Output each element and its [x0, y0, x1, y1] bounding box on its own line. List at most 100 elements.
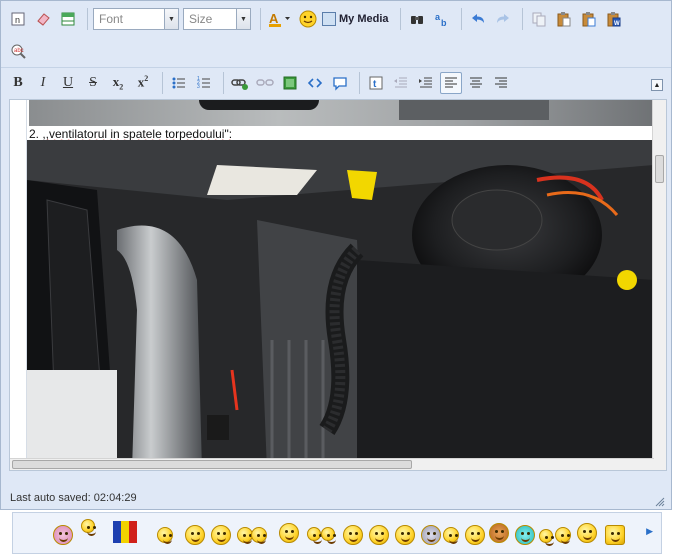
smiley-icon[interactable]	[53, 525, 73, 545]
flag-icon[interactable]	[113, 521, 137, 543]
smiley-icon[interactable]	[395, 525, 415, 545]
spellcheck-button[interactable]: abc	[7, 40, 29, 62]
source-mode-icon: n	[11, 12, 25, 26]
smiley-icon	[299, 10, 317, 28]
horizontal-scrollbar[interactable]	[10, 458, 654, 470]
insert-table-button[interactable]	[57, 8, 79, 30]
italic-button[interactable]: I	[32, 72, 54, 94]
superscript-icon: x2	[137, 74, 149, 90]
my-media-label: My Media	[339, 13, 389, 25]
editor-content[interactable]: 2. ,,ventilatorul in spatele torpedoului…	[9, 99, 667, 471]
rich-text-editor: n Font ▼ Size ▼ A My Media a b W abc B I…	[0, 0, 672, 510]
toolbar-separator	[460, 8, 462, 30]
bullet-list-button[interactable]	[168, 72, 190, 94]
insert-image-button[interactable]	[279, 72, 301, 94]
document-body: 2. ,,ventilatorul in spatele torpedoului…	[26, 100, 656, 470]
svg-text:W: W	[614, 21, 620, 27]
toolbar-separator	[521, 8, 523, 30]
underline-button[interactable]: U	[57, 72, 79, 94]
align-center-button[interactable]	[465, 72, 487, 94]
smiley-icon[interactable]	[185, 525, 205, 545]
twitter-icon: t	[369, 76, 383, 90]
paste-icon	[557, 12, 571, 27]
smiley-icon[interactable]	[307, 527, 322, 544]
numbered-list-icon: 123	[197, 76, 210, 90]
vertical-scrollbar[interactable]	[652, 100, 666, 470]
italic-icon: I	[40, 74, 46, 90]
remove-format-button[interactable]	[32, 8, 54, 30]
font-select[interactable]: Font ▼	[93, 8, 179, 30]
smiley-icon[interactable]	[343, 525, 363, 545]
smiley-icon[interactable]	[465, 525, 485, 545]
text-color-button[interactable]: A	[266, 8, 294, 30]
smiley-icon[interactable]	[421, 525, 441, 545]
toolbar-separator	[399, 8, 401, 30]
source-mode-button[interactable]: n	[7, 8, 29, 30]
bold-button[interactable]: B	[7, 72, 29, 94]
smiley-icon[interactable]	[555, 527, 571, 544]
horizontal-scrollbar-thumb[interactable]	[12, 460, 412, 469]
smilies-button[interactable]	[297, 8, 319, 30]
insert-link-button[interactable]	[229, 72, 251, 94]
svg-text:3: 3	[197, 84, 200, 90]
toolbar-separator	[260, 8, 261, 30]
undo-button[interactable]	[467, 8, 489, 30]
subscript-button[interactable]: x2	[107, 72, 129, 94]
smiley-icon[interactable]	[279, 523, 299, 543]
code-icon	[307, 77, 323, 88]
align-left-icon	[445, 77, 457, 87]
smiley-icon[interactable]	[211, 525, 231, 545]
find-button[interactable]	[406, 8, 428, 30]
svg-text:abc: abc	[14, 48, 24, 54]
my-media-button[interactable]: My Media	[322, 12, 389, 26]
image-caption: 2. ,,ventilatorul in spatele torpedoului…	[29, 127, 232, 141]
toolbar-row-1: n Font ▼ Size ▼ A My Media a b W	[1, 3, 628, 35]
outdent-icon	[394, 77, 407, 87]
smiley-icon[interactable]	[251, 527, 267, 544]
smiley-icon[interactable]	[577, 523, 597, 543]
smiley-icon[interactable]	[605, 525, 625, 545]
undo-icon	[471, 14, 484, 23]
smiley-icon[interactable]	[515, 525, 535, 545]
numbered-list-button[interactable]: 123	[193, 72, 215, 94]
copy-icon	[532, 12, 546, 27]
smiley-icon[interactable]	[489, 523, 509, 543]
outdent-button[interactable]	[390, 72, 412, 94]
smiley-icon[interactable]	[443, 527, 459, 544]
toolbar-separator	[223, 71, 224, 94]
size-select[interactable]: Size ▼	[183, 8, 251, 30]
align-left-button[interactable]	[440, 71, 462, 94]
paste-word-icon: W	[607, 12, 621, 27]
smiley-icon[interactable]	[81, 519, 96, 536]
indent-button[interactable]	[415, 72, 437, 94]
resize-grip-icon[interactable]	[653, 495, 665, 507]
chevron-right-icon[interactable]: ▶	[646, 526, 653, 537]
replace-button[interactable]: ab	[431, 8, 453, 30]
collapse-toolbar-button[interactable]: ▲	[651, 79, 663, 91]
align-right-button[interactable]	[490, 72, 512, 94]
strikethrough-button[interactable]: S	[82, 72, 104, 94]
paste-button[interactable]	[553, 8, 575, 30]
paste-word-button[interactable]: W	[603, 8, 625, 30]
bold-icon: B	[13, 74, 23, 90]
redo-button[interactable]	[492, 8, 514, 30]
indent-icon	[419, 77, 432, 87]
unlink-button[interactable]	[254, 72, 276, 94]
chevron-down-icon: ▼	[164, 9, 178, 29]
smiley-icon[interactable]	[157, 527, 173, 544]
paste-text-button[interactable]	[578, 8, 600, 30]
code-button[interactable]	[304, 72, 326, 94]
smiley-icon[interactable]	[369, 525, 389, 545]
bullet-list-icon	[172, 77, 185, 88]
underline-icon: U	[62, 74, 74, 90]
vertical-scrollbar-thumb[interactable]	[655, 155, 664, 183]
smilies-bar: ▶	[12, 512, 662, 554]
copy-button[interactable]	[528, 8, 550, 30]
caption-number: 2.	[29, 127, 43, 141]
twitter-button[interactable]: t	[365, 72, 387, 94]
strikethrough-icon: S	[89, 74, 97, 90]
smiley-icon[interactable]	[321, 527, 336, 544]
smiley-icon[interactable]	[539, 529, 554, 546]
superscript-button[interactable]: x2	[132, 72, 154, 94]
quote-button[interactable]	[329, 72, 351, 94]
